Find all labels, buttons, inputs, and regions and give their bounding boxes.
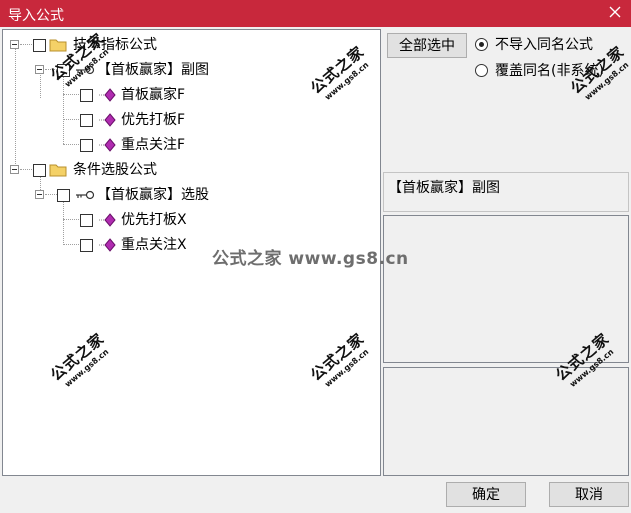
formula-label: 【首板赢家】副图 (97, 62, 209, 78)
group-checkbox[interactable] (33, 164, 46, 177)
preview-area-top[interactable] (383, 215, 629, 363)
leaf-checkbox[interactable] (80, 214, 93, 227)
group-label: 技术指标公式 (73, 37, 157, 53)
radio-button[interactable] (475, 38, 488, 51)
radio-button[interactable] (475, 64, 488, 77)
gem-icon (99, 113, 117, 127)
collapse-toggle[interactable] (10, 165, 19, 174)
cancel-button[interactable]: 取消 (549, 482, 629, 507)
gem-icon (99, 238, 117, 252)
leaf-label: 优先打板F (121, 112, 186, 128)
formula-label: 【首板赢家】选股 (97, 187, 209, 203)
window-title: 导入公式 (8, 8, 64, 24)
leaf-label: 重点关注X (121, 237, 187, 253)
ok-button[interactable]: 确定 (446, 482, 526, 507)
key-icon (75, 189, 95, 201)
gem-icon (99, 213, 117, 227)
tree-group[interactable]: 技术指标公式 (3, 34, 203, 56)
tree-leaf[interactable]: 优先打板X (3, 209, 203, 231)
group-checkbox[interactable] (33, 39, 46, 52)
gem-icon (99, 138, 117, 152)
folder-icon (49, 163, 67, 177)
selected-formula-name: 【首板赢家】副图 (388, 180, 500, 196)
tree-leaf[interactable]: 优先打板F (3, 109, 203, 131)
collapse-toggle[interactable] (35, 190, 44, 199)
formula-node[interactable]: 【首板赢家】选股 (3, 184, 233, 206)
leaf-label: 优先打板X (121, 212, 187, 228)
folder-icon (49, 38, 67, 52)
tree-group[interactable]: 条件选股公式 (3, 159, 203, 181)
preview-area-bottom[interactable] (383, 367, 629, 476)
selected-formula-box: 【首板赢家】副图 (383, 172, 629, 212)
formula-checkbox[interactable] (57, 64, 70, 77)
tree-leaf[interactable]: 重点关注X (3, 234, 203, 256)
radio-label: 不导入同名公式 (495, 37, 593, 53)
leaf-checkbox[interactable] (80, 114, 93, 127)
leaf-checkbox[interactable] (80, 139, 93, 152)
leaf-label: 重点关注F (121, 137, 186, 153)
formula-node[interactable]: 【首板赢家】副图 (3, 59, 233, 81)
leaf-label: 首板赢家F (121, 87, 186, 103)
gem-icon (99, 88, 117, 102)
select-all-button[interactable]: 全部选中 (387, 33, 467, 58)
collapse-toggle[interactable] (35, 65, 44, 74)
center-watermark: 公式之家 www.gs8.cn (212, 249, 409, 269)
tree-leaf[interactable]: 首板赢家F (3, 84, 203, 106)
formula-checkbox[interactable] (57, 189, 70, 202)
watermark-url: www.gs8.cn (583, 60, 631, 102)
key-icon (75, 64, 95, 76)
collapse-toggle[interactable] (10, 40, 19, 49)
leaf-checkbox[interactable] (80, 89, 93, 102)
close-icon[interactable] (607, 3, 623, 21)
radio-skip-duplicate[interactable]: 不导入同名公式 (475, 36, 625, 54)
title-bar: 导入公式 (0, 0, 631, 27)
group-label: 条件选股公式 (73, 162, 157, 178)
radio-overwrite[interactable]: 覆盖同名(非系统) (475, 62, 625, 80)
tree-leaf[interactable]: 重点关注F (3, 134, 203, 156)
leaf-checkbox[interactable] (80, 239, 93, 252)
radio-label: 覆盖同名(非系统) (495, 63, 604, 79)
